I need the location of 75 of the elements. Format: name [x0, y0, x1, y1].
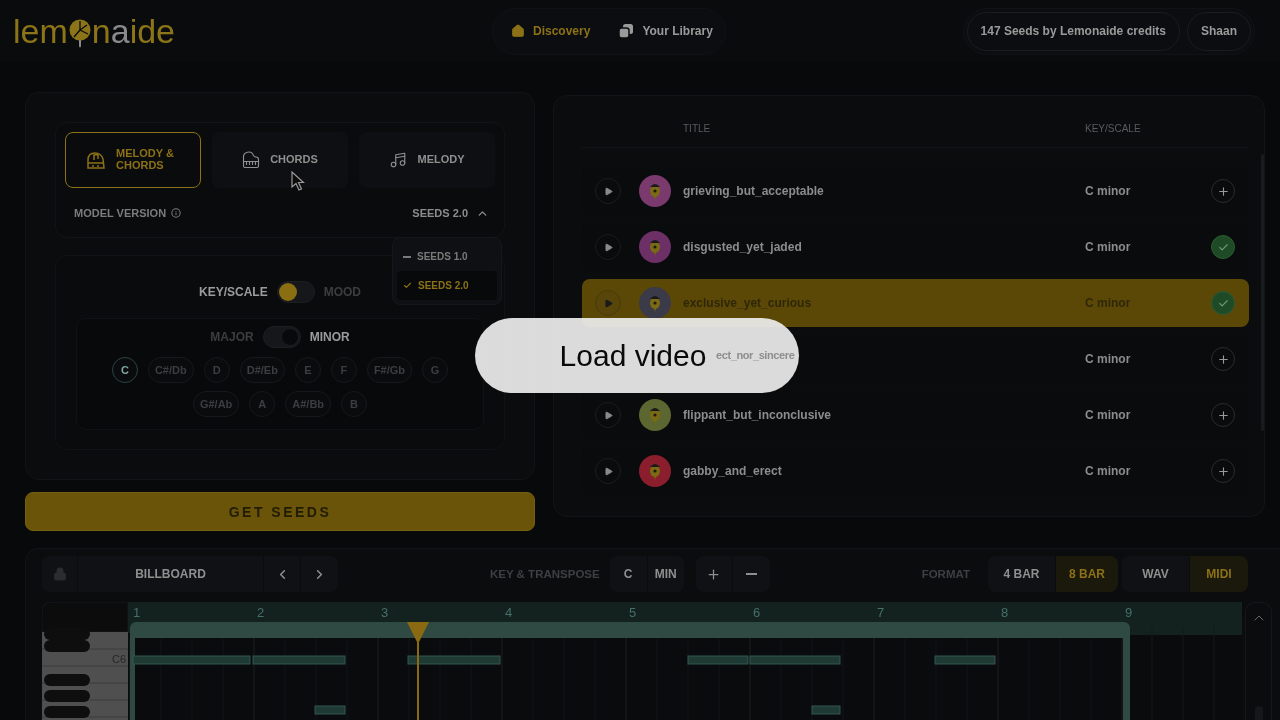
nav-tab[interactable]: Discovery — [497, 12, 605, 50]
piano-icon — [242, 151, 261, 169]
model-version-label: MODEL VERSION — [74, 207, 167, 219]
plus-icon — [1216, 464, 1230, 478]
home-icon — [511, 24, 525, 38]
key-scale-text: C minor — [1085, 352, 1132, 366]
play-button[interactable] — [595, 402, 621, 428]
added-button[interactable] — [1211, 235, 1235, 259]
toggle-switch[interactable] — [276, 281, 315, 303]
info-icon — [171, 208, 182, 218]
model-select[interactable]: SEEDS 2.0 — [412, 206, 489, 220]
logo-text: ide — [129, 14, 175, 48]
bar-number: 6 — [753, 605, 761, 620]
note-block — [811, 705, 841, 715]
play-button[interactable] — [595, 458, 621, 484]
plus-icon — [706, 566, 722, 582]
menu-item[interactable]: SEEDS 2.0 — [397, 271, 497, 300]
menu-item[interactable]: SEEDS 1.0 — [397, 242, 497, 271]
mode-tab[interactable]: MELODY & CHORDS — [65, 132, 201, 188]
bar-number: 4 — [505, 605, 513, 620]
stacked-squares-icon — [618, 23, 635, 39]
plus-icon — [1216, 352, 1230, 366]
bar-number: 1 — [133, 605, 141, 620]
key-chip[interactable]: C — [111, 357, 138, 383]
track-title: grieving_but_acceptable — [683, 184, 824, 198]
bar-number: 9 — [1125, 605, 1133, 620]
check-icon — [1217, 297, 1229, 309]
key-scale-text: C minor — [1085, 184, 1132, 198]
column-header: KEY/SCALE — [1085, 123, 1142, 134]
play-icon — [603, 410, 613, 420]
logo-text: lem — [13, 14, 68, 48]
bar-number: 2 — [257, 605, 265, 620]
load-video-dialog[interactable]: Load video ect_nor_sincere — [475, 318, 799, 393]
bar-number: 5 — [629, 605, 637, 620]
music-notes-icon — [389, 151, 408, 169]
toggle-label: KEY/SCALE — [199, 285, 268, 299]
play-button[interactable] — [595, 234, 621, 260]
credits-button[interactable]: 147 Seeds by Lemonaide credits — [966, 11, 1180, 51]
key-scale-text: C minor — [1085, 408, 1132, 422]
plus-icon — [1216, 408, 1230, 422]
check-icon — [1217, 241, 1229, 253]
play-icon — [603, 466, 613, 476]
nav-tab[interactable]: Your Library — [604, 12, 727, 50]
user-button[interactable]: Shaan — [1187, 11, 1251, 51]
key-scale-text: C minor — [1085, 240, 1132, 254]
track-title: flippant_but_inconclusive — [683, 408, 832, 422]
bar-number: 8 — [1001, 605, 1009, 620]
track-title: gabby_and_erect — [683, 464, 782, 478]
check-icon — [403, 281, 412, 290]
play-icon — [603, 186, 613, 196]
play-icon — [603, 242, 613, 252]
mode-tab[interactable]: CHORDS — [212, 132, 348, 188]
play-icon — [603, 298, 613, 308]
minus-icon — [745, 573, 757, 575]
bar-number: 7 — [877, 605, 885, 620]
cursor-icon — [291, 171, 305, 192]
key-scale-text: C minor — [1085, 464, 1132, 478]
logo-text: a — [110, 14, 130, 48]
dash-icon — [403, 255, 411, 258]
toggle-label: MINOR — [309, 330, 350, 344]
note-block — [934, 655, 996, 665]
track-title: disgusted_yet_jaded — [683, 240, 802, 254]
column-header: TITLE — [683, 123, 712, 134]
plus-icon — [1216, 184, 1230, 198]
piano-note-icon — [86, 150, 106, 170]
lock-icon — [52, 567, 67, 581]
track-title: ect_nor_sincere — [716, 349, 795, 362]
logo-text: n — [91, 14, 111, 48]
bar-number: 3 — [381, 605, 389, 620]
mode-tab[interactable]: MELODY — [359, 132, 495, 188]
play-button[interactable] — [595, 178, 621, 204]
length-option[interactable]: 8 BAR — [1056, 556, 1118, 592]
note-block — [314, 705, 346, 715]
format-option[interactable]: MIDI — [1190, 556, 1248, 592]
added-button[interactable] — [1211, 291, 1235, 315]
